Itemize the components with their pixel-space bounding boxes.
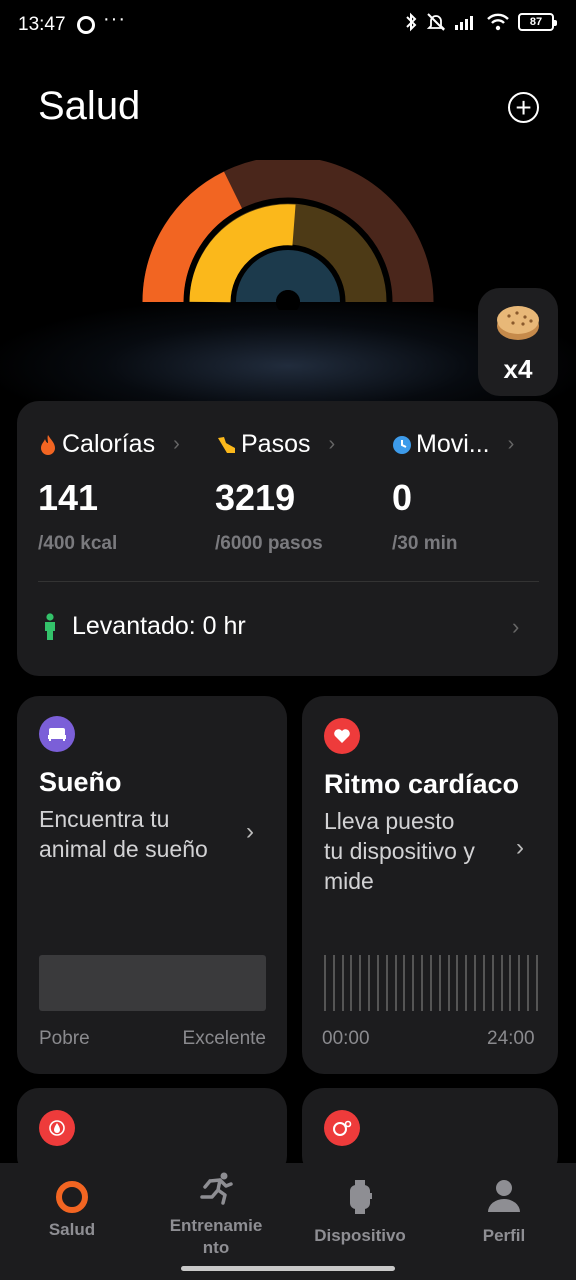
nav-item-entrenamiento[interactable]: Entrenamie nto bbox=[144, 1163, 288, 1258]
status-icons: 87 bbox=[404, 12, 557, 32]
battery-icon: 87 bbox=[518, 13, 557, 31]
moving-stat[interactable]: Movi... › 0 /30 min bbox=[392, 430, 552, 555]
sleep-card[interactable] bbox=[17, 696, 287, 1074]
flame-icon bbox=[41, 434, 55, 455]
person-icon bbox=[488, 1180, 520, 1212]
achievement-count: x4 bbox=[503, 354, 533, 384]
standing-person-icon bbox=[45, 612, 55, 640]
calories-goal: /400 kcal bbox=[38, 533, 118, 554]
nav-label-entrenamiento-1: Entrenamie bbox=[169, 1216, 263, 1235]
sleep-quality-bar bbox=[39, 955, 266, 1011]
runner-icon bbox=[200, 1172, 233, 1205]
moving-label: Movi... bbox=[416, 430, 490, 458]
nav-label-salud: Salud bbox=[48, 1220, 96, 1239]
sleep-low-label: Pobre bbox=[39, 1028, 90, 1049]
chevron-right-icon: › bbox=[173, 433, 180, 455]
nav-item-dispositivo[interactable]: Dispositivo bbox=[288, 1163, 432, 1246]
heart-start-label: 00:00 bbox=[322, 1028, 370, 1049]
bell-muted-icon bbox=[426, 13, 446, 31]
sleep-title: Sueño bbox=[39, 767, 122, 797]
heart-text-3: mide bbox=[324, 868, 374, 894]
plus-circle-icon[interactable]: + bbox=[508, 92, 539, 123]
bed-icon bbox=[39, 716, 75, 752]
wifi-icon bbox=[487, 13, 509, 31]
signal-icon bbox=[455, 16, 473, 30]
home-indicator[interactable] bbox=[181, 1266, 395, 1271]
chevron-right-icon: › bbox=[328, 433, 336, 455]
steps-stat[interactable]: Pasos › 3219 /6000 pasos bbox=[215, 430, 385, 555]
heart-title: Ritmo cardíaco bbox=[324, 769, 520, 799]
heart-text-2: tu dispositivo y bbox=[324, 838, 475, 864]
standing-row[interactable]: Levantado: 0 hr bbox=[40, 612, 246, 641]
heart-rate-chart bbox=[324, 955, 538, 1011]
heart-text-1: Lleva puesto bbox=[324, 808, 455, 834]
nav-item-salud[interactable]: Salud bbox=[0, 1163, 144, 1240]
status-ring-icon bbox=[77, 16, 95, 34]
health-ring-icon bbox=[56, 1181, 88, 1213]
spo2-icon bbox=[324, 1110, 360, 1146]
drop-icon bbox=[39, 1110, 75, 1146]
status-time: 13:47 bbox=[18, 14, 66, 35]
nav-label-perfil: Perfil bbox=[482, 1226, 526, 1245]
steps-goal: /6000 pasos bbox=[215, 533, 323, 554]
nav-item-perfil[interactable]: Perfil bbox=[432, 1163, 576, 1246]
calories-value: 141 bbox=[38, 477, 99, 518]
sleep-text-1: Encuentra tu bbox=[39, 806, 170, 832]
heart-end-label: 24:00 bbox=[487, 1028, 535, 1049]
nav-label-dispositivo: Dispositivo bbox=[314, 1226, 406, 1245]
calories-label: Calorías bbox=[62, 430, 156, 458]
activity-rings[interactable] bbox=[140, 160, 436, 310]
bluetooth-icon bbox=[406, 12, 417, 32]
moving-value: 0 bbox=[392, 477, 413, 518]
nav-label-entrenamiento-2: nto bbox=[202, 1238, 230, 1257]
calories-stat[interactable]: Calorías › 141 /400 kcal bbox=[38, 430, 208, 555]
moving-goal: /30 min bbox=[392, 533, 458, 554]
standing-label: Levantado: 0 hr bbox=[72, 612, 246, 640]
chevron-right-icon: › bbox=[516, 834, 524, 861]
cookie-icon bbox=[497, 306, 539, 340]
watch-icon bbox=[350, 1180, 372, 1214]
steps-label: Pasos bbox=[241, 430, 311, 458]
shoe-icon bbox=[218, 436, 235, 453]
sleep-high-label: Excelente bbox=[182, 1028, 266, 1049]
heart-icon bbox=[324, 718, 360, 754]
sleep-text-2: animal de sueño bbox=[39, 836, 208, 862]
page-title: Salud bbox=[38, 84, 141, 128]
clock-icon bbox=[393, 435, 411, 454]
chevron-right-icon: › bbox=[507, 433, 515, 455]
chevron-right-icon: › bbox=[246, 818, 254, 845]
status-more-icon: ··· bbox=[103, 8, 126, 30]
steps-value: 3219 bbox=[215, 477, 296, 518]
chevron-right-icon: › bbox=[512, 614, 520, 639]
divider bbox=[38, 581, 539, 582]
